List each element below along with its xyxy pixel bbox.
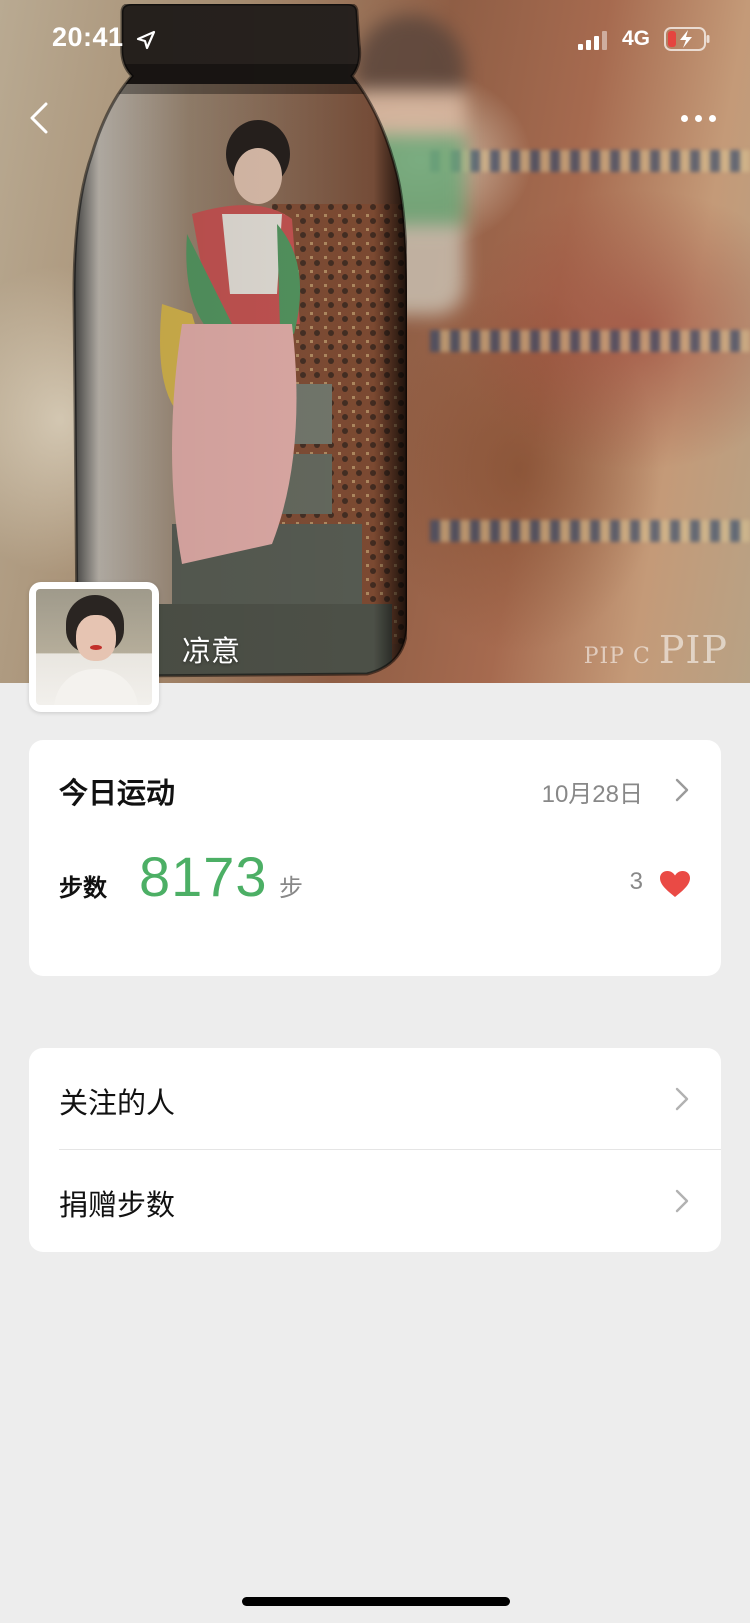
menu-item-label: 关注的人 — [59, 1086, 176, 1120]
menu-card: 关注的人 捐赠步数 — [29, 1048, 721, 1252]
location-arrow-icon — [136, 30, 156, 50]
menu-item-following[interactable]: 关注的人 — [29, 1048, 721, 1150]
chevron-right-icon — [675, 778, 689, 802]
today-sport-title: 今日运动 — [59, 776, 176, 810]
steps-label: 步数 — [59, 874, 107, 902]
like-count: 3 — [629, 868, 643, 895]
battery-charging-icon — [664, 27, 710, 51]
more-options-icon[interactable] — [678, 104, 720, 134]
home-indicator[interactable] — [242, 1597, 510, 1606]
cover-image[interactable]: PIP C PIP — [0, 0, 750, 683]
cover-bottle-photo — [72, 4, 407, 680]
today-sport-date: 10月28日 — [541, 781, 643, 808]
status-bar: 20:41 4G — [0, 0, 750, 84]
cover-decoration — [430, 520, 750, 542]
steps-unit: 步 — [279, 874, 303, 902]
avatar-photo — [36, 589, 152, 705]
heart-icon[interactable] — [659, 870, 691, 898]
avatar[interactable] — [29, 582, 159, 712]
chevron-right-icon — [675, 1087, 689, 1111]
status-time: 20:41 — [52, 22, 124, 52]
cover-decoration — [430, 330, 750, 352]
cellular-signal-icon — [578, 30, 608, 50]
chevron-right-icon — [675, 1189, 689, 1213]
today-sport-card[interactable]: 今日运动 10月28日 步数 8173 步 3 — [29, 740, 721, 976]
cover-decoration — [430, 150, 750, 172]
steps-value: 8173 — [139, 845, 268, 908]
network-type: 4G — [622, 27, 651, 50]
cover-watermark: PIP C PIP — [583, 628, 728, 672]
menu-item-label: 捐赠步数 — [59, 1188, 176, 1222]
back-icon[interactable] — [24, 98, 58, 138]
menu-item-donate-steps[interactable]: 捐赠步数 — [29, 1150, 721, 1252]
profile-name: 凉意 — [182, 634, 241, 668]
